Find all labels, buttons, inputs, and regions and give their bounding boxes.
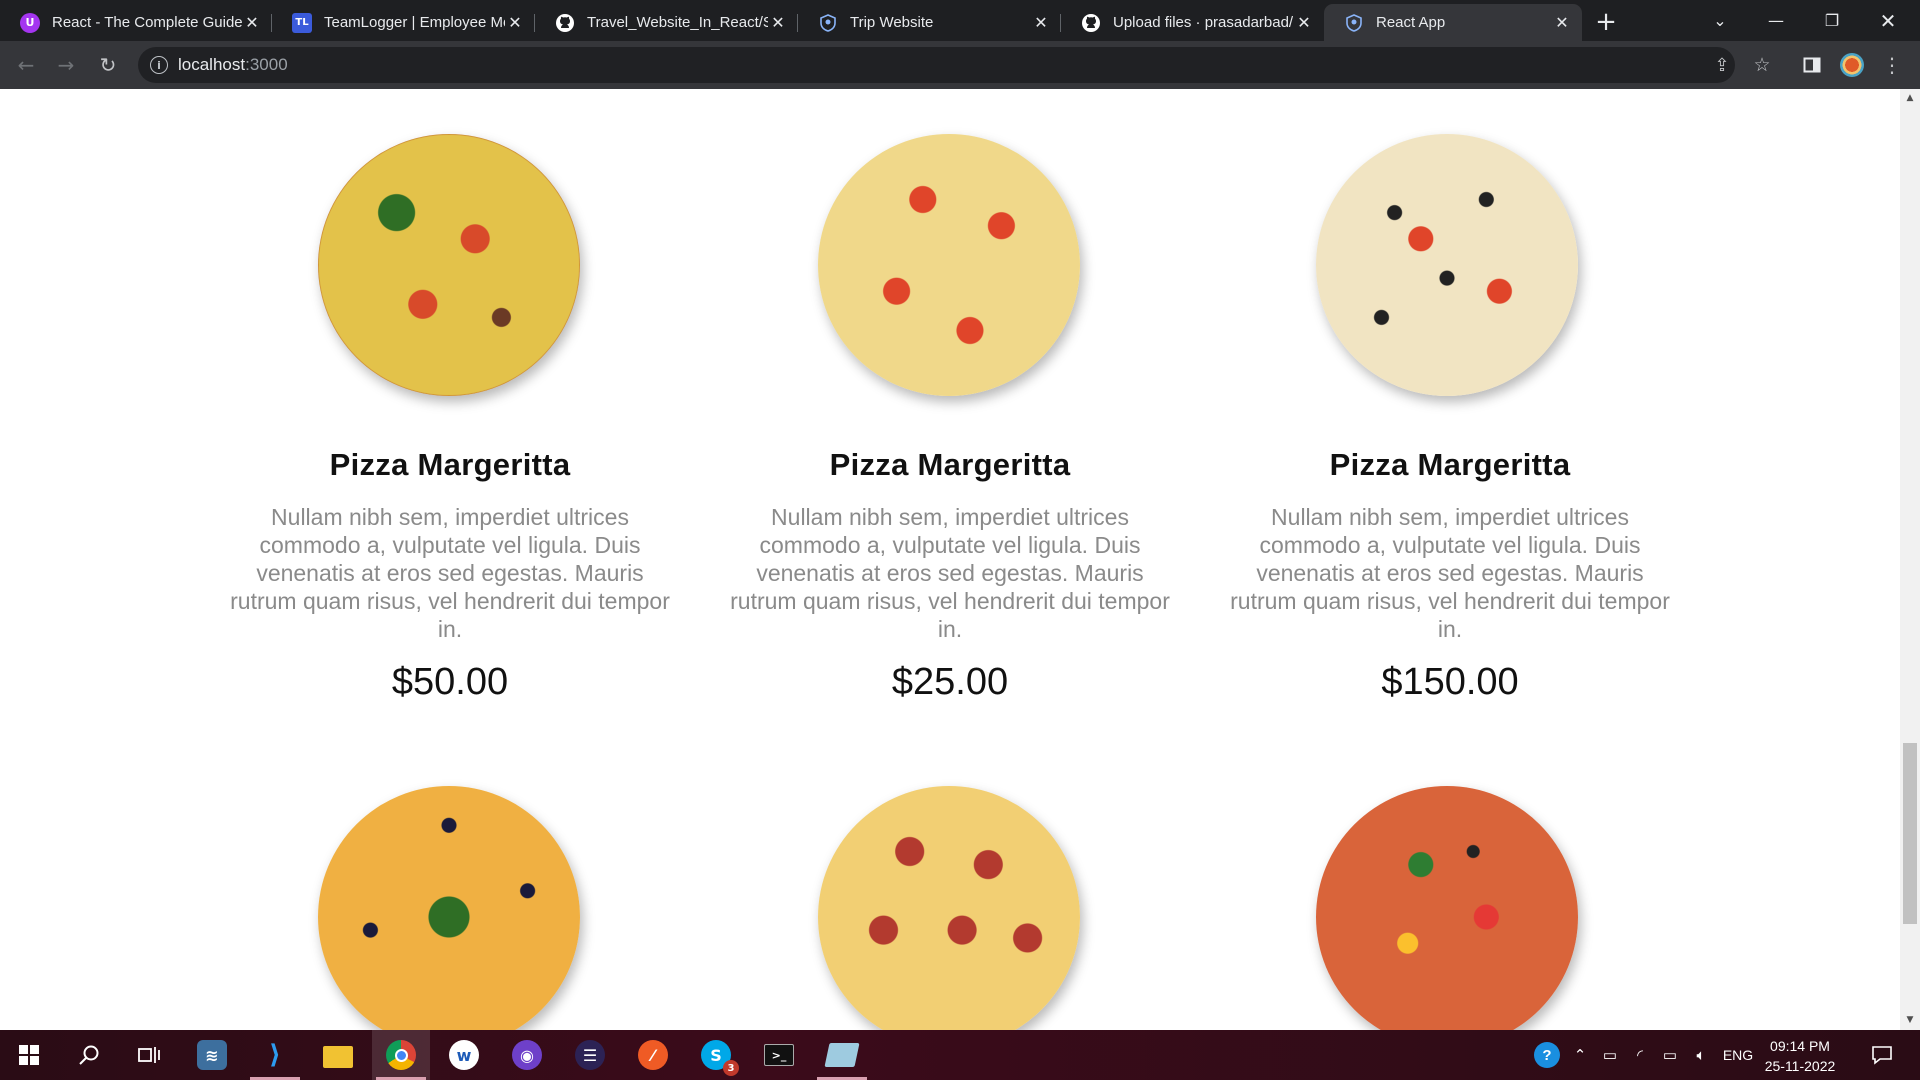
show-hidden-icons-chevron-icon[interactable]: ⌃: [1568, 1030, 1592, 1080]
wifi-icon[interactable]: ◜: [1626, 1030, 1654, 1080]
skype-badge: 3: [723, 1060, 739, 1076]
scroll-down-arrow-icon[interactable]: ▼: [1905, 1015, 1915, 1025]
tab-title: React App: [1376, 14, 1446, 31]
close-window-button[interactable]: ✕: [1860, 0, 1916, 41]
page-scrollbar[interactable]: ▲ ▼: [1900, 89, 1920, 1030]
pizza-image: [1316, 134, 1578, 396]
word-app-icon[interactable]: w: [435, 1030, 493, 1080]
shield-icon: [1344, 13, 1364, 33]
tab-title: TeamLogger | Employee Monitoring: [324, 14, 505, 31]
tab-title: Travel_Website_In_React/Sc: [587, 14, 768, 31]
tab-title: React - The Complete Guide: [52, 14, 242, 31]
postman-icon[interactable]: ⁄: [624, 1030, 682, 1080]
clock-date: 25-11-2022: [1764, 1058, 1836, 1074]
shield-icon: [818, 13, 838, 33]
tab-title: Upload files · prasadarbad/: [1113, 14, 1294, 31]
tab-travel-website-github[interactable]: Travel_Website_In_React/Sc ✕: [535, 4, 798, 41]
udemy-icon: U: [20, 12, 40, 33]
windows-taskbar: ≋ ⟩ w ◉ ☰ ⁄ S 3 >_ ? ⌃ ▭ ◜ ▭ 🔈︎ ENG 09:1…: [0, 1030, 1920, 1080]
menu-page: Pizza Margeritta Nullam nibh sem, imperd…: [0, 89, 1900, 1030]
notifications-icon[interactable]: [1862, 1030, 1902, 1080]
vscode-icon[interactable]: ⟩: [246, 1030, 304, 1080]
pizza-image: [818, 786, 1080, 1030]
file-explorer-icon[interactable]: [309, 1030, 367, 1080]
forward-icon[interactable]: →: [52, 51, 80, 79]
search-icon[interactable]: [60, 1030, 118, 1080]
menu-item-card: Pizza Margeritta Nullam nibh sem, imperd…: [230, 447, 670, 704]
browser-toolbar: ← → ↻ i localhost:3000 ⇪ ☆ ⋮: [0, 41, 1920, 89]
menu-item-card: Pizza Margeritta Nullam nibh sem, imperd…: [730, 447, 1170, 704]
close-tab-icon[interactable]: ✕: [505, 13, 525, 33]
mysql-workbench-icon[interactable]: ≋: [183, 1030, 241, 1080]
minimize-button[interactable]: —: [1748, 0, 1804, 41]
tab-upload-files-github[interactable]: Upload files · prasadarbad/ ✕: [1061, 4, 1324, 41]
github-icon: [555, 13, 575, 33]
close-tab-icon[interactable]: ✕: [1294, 13, 1314, 33]
site-info-icon[interactable]: i: [150, 56, 168, 74]
system-clock[interactable]: 09:14 PM 25-11-2022: [1755, 1036, 1845, 1076]
start-button[interactable]: [0, 1030, 58, 1080]
more-menu-icon[interactable]: ⋮: [1878, 51, 1906, 79]
close-tab-icon[interactable]: ✕: [1552, 13, 1572, 33]
teamlogger-icon: TL: [292, 12, 312, 33]
tab-search-icon[interactable]: ⌄: [1692, 0, 1748, 41]
menu-item-price: $50.00: [391, 661, 509, 703]
battery-icon[interactable]: ▭: [1656, 1030, 1684, 1080]
menu-item-price: $25.00: [891, 661, 1009, 703]
tab-react-complete-guide[interactable]: U React - The Complete Guide ✕: [0, 4, 272, 41]
pizza-image: [318, 134, 580, 396]
close-tab-icon[interactable]: ✕: [768, 13, 788, 33]
pizza-image: [818, 134, 1080, 396]
eclipse-icon[interactable]: ☰: [561, 1030, 619, 1080]
github-icon: [1081, 13, 1101, 33]
menu-item-title: Pizza Margeritta: [829, 447, 1071, 482]
pizza-image: [318, 786, 580, 1030]
display-icon[interactable]: ▭: [1596, 1030, 1624, 1080]
menu-item-card: Pizza Margeritta Nullam nibh sem, imperd…: [1230, 447, 1670, 704]
pizza-image: [1316, 786, 1578, 1030]
menu-item-title: Pizza Margeritta: [329, 447, 571, 482]
tab-react-app[interactable]: React App ✕: [1324, 4, 1582, 41]
language-indicator[interactable]: ENG: [1718, 1030, 1758, 1080]
github-desktop-icon[interactable]: ◉: [498, 1030, 556, 1080]
menu-item-price: $150.00: [1381, 661, 1519, 703]
menu-item-description: Nullam nibh sem, imperdiet ultrices comm…: [230, 504, 670, 642]
scrollbar-thumb[interactable]: [1903, 743, 1917, 924]
tab-title: Trip Website: [850, 14, 934, 31]
task-view-icon[interactable]: [120, 1030, 178, 1080]
restore-button[interactable]: ❐: [1804, 0, 1860, 41]
profile-avatar[interactable]: [1840, 53, 1864, 77]
browser-tab-strip: U React - The Complete Guide ✕ TL TeamLo…: [0, 0, 1920, 41]
side-panel-icon[interactable]: [1798, 51, 1826, 79]
address-url: localhost:3000: [178, 55, 288, 74]
notepad-icon[interactable]: [813, 1030, 871, 1080]
chrome-icon[interactable]: [372, 1030, 430, 1080]
back-icon[interactable]: ←: [12, 51, 40, 79]
skype-icon[interactable]: S 3: [687, 1030, 745, 1080]
tab-teamlogger[interactable]: TL TeamLogger | Employee Monitoring ✕: [272, 4, 535, 41]
menu-item-title: Pizza Margeritta: [1329, 447, 1571, 482]
scroll-up-arrow-icon[interactable]: ▲: [1905, 93, 1915, 103]
terminal-icon[interactable]: >_: [750, 1030, 808, 1080]
reload-icon[interactable]: ↻: [94, 51, 122, 79]
new-tab-button[interactable]: +: [1592, 7, 1620, 37]
help-icon[interactable]: ?: [1530, 1030, 1564, 1080]
clock-time: 09:14 PM: [1770, 1038, 1830, 1054]
close-tab-icon[interactable]: ✕: [1031, 13, 1051, 33]
address-bar[interactable]: i localhost:3000: [138, 47, 1735, 83]
share-icon[interactable]: ⇪: [1708, 51, 1736, 79]
menu-item-description: Nullam nibh sem, imperdiet ultrices comm…: [730, 504, 1170, 642]
tab-trip-website[interactable]: Trip Website ✕: [798, 4, 1061, 41]
bookmark-star-icon[interactable]: ☆: [1748, 51, 1776, 79]
close-tab-icon[interactable]: ✕: [242, 13, 262, 33]
menu-item-description: Nullam nibh sem, imperdiet ultrices comm…: [1230, 504, 1670, 642]
volume-icon[interactable]: 🔈︎: [1686, 1030, 1716, 1080]
